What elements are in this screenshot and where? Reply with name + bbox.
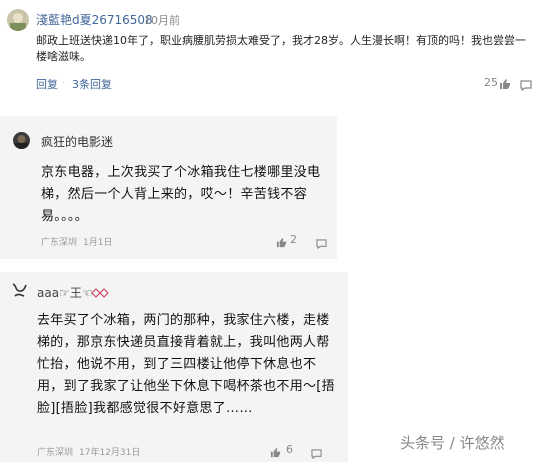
thumbs-up-icon[interactable] [276, 233, 287, 252]
ribbon-icon [91, 284, 109, 303]
location: 广东深圳 [37, 448, 74, 458]
comment-card: 淺藍艳d夏26716508 10月前 邮政上班送快递10年了，职业病腰肌劳损太难… [0, 0, 543, 103]
like-count: 25 [484, 76, 498, 89]
username[interactable]: aaa☞王☜ [37, 284, 93, 301]
avatar[interactable] [13, 132, 30, 149]
comment-text: 去年买了个冰箱，两门的那种，我家住六楼，走楼梯的，那京东快递员直接背着就上，我叫… [37, 313, 335, 416]
location: 广东深圳 [41, 238, 78, 248]
comment-icon[interactable] [316, 234, 327, 253]
like-count: 6 [286, 443, 293, 456]
separator-dot: · [62, 76, 66, 89]
timestamp: 10月前 [144, 14, 180, 27]
comment-text: 京东电器，上次我买了个冰箱我住七楼哪里没电梯，然后一个人背上来的，哎～！辛苦钱不… [41, 165, 321, 224]
watermark: 头条号 / 许悠然 [400, 434, 505, 452]
reply-button[interactable]: 回复 [36, 76, 58, 92]
avatar[interactable] [7, 9, 29, 31]
comment-icon[interactable] [311, 444, 322, 463]
thumbs-up-icon[interactable] [270, 443, 281, 462]
comment-card: aaa☞王☜ 去年买了个冰箱，两门的那种，我家住六楼，走楼梯的，那京东快递员直接… [0, 272, 348, 462]
date: 1月1日 [83, 238, 113, 248]
comment-icon[interactable] [520, 76, 532, 95]
comment-card: 疯狂的电影迷 京东电器，上次我买了个冰箱我住七楼哪里没电梯，然后一个人背上来的，… [0, 116, 337, 259]
thumbs-up-icon[interactable] [499, 75, 511, 94]
like-count: 2 [290, 233, 297, 246]
username[interactable]: 疯狂的电影迷 [41, 133, 113, 150]
view-replies-link[interactable]: 3条回复 [72, 76, 112, 92]
avatar[interactable] [10, 281, 29, 300]
date: 17年12月31日 [79, 448, 141, 458]
username[interactable]: 淺藍艳d夏26716508 [36, 11, 153, 28]
comment-text: 邮政上班送快递10年了，职业病腰肌劳损太难受了，我才28岁。人生漫长啊！有顶的吗… [36, 34, 526, 63]
